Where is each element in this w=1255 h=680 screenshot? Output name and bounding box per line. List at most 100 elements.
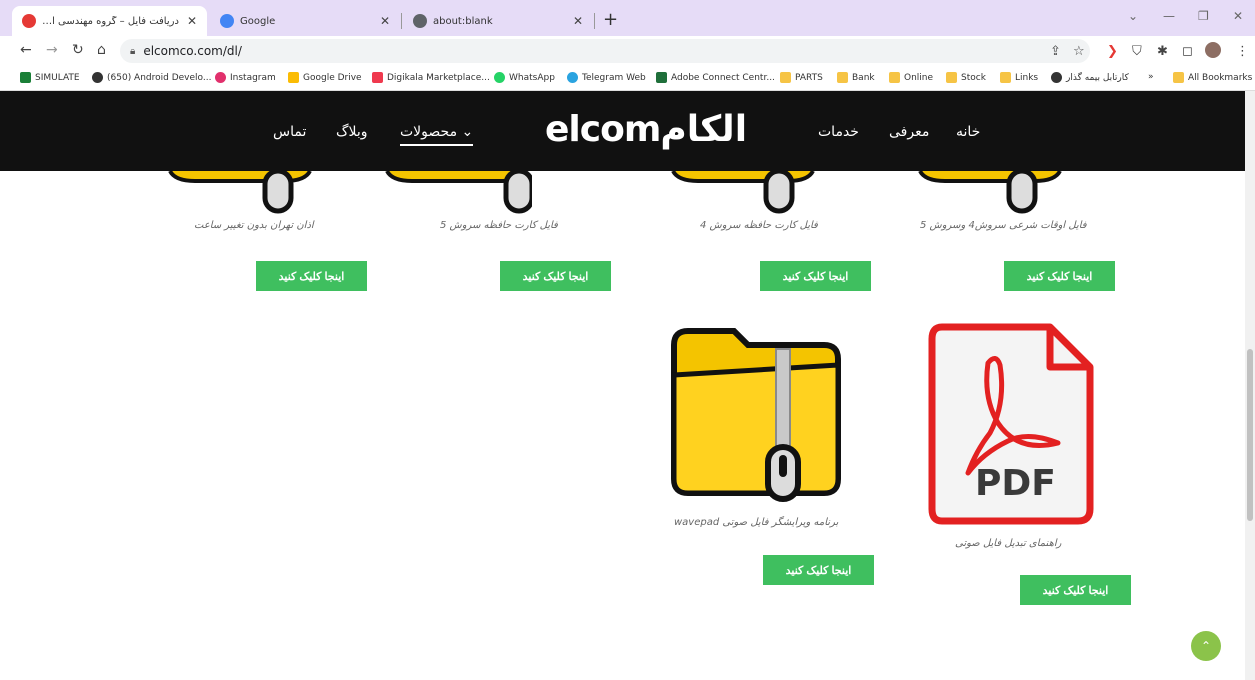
back-to-top-button[interactable]: ⌃ [1191,631,1221,661]
scrollbar-thumb[interactable] [1247,349,1253,521]
zip-folder-icon [385,171,532,214]
toolbar: ← → ↻ ⌂ 🔒︎ elcomco.com/dl/ ⇪ ☆ ❯ ⛉ ✱ ◻ ⋮ [0,36,1255,66]
url-text: elcomco.com/dl/ [143,44,242,58]
bookmark-folder-parts[interactable]: PARTS [780,72,823,83]
bookmark-label: Telegram Web [582,72,646,83]
zip-folder-icon [168,171,312,214]
extensions-puzzle-icon[interactable]: ✱ [1157,44,1168,59]
star-icon[interactable]: ☆ [1073,44,1085,59]
bookmark-whatsapp[interactable]: WhatsApp [494,72,555,83]
share-icon[interactable]: ⇪ [1050,44,1061,59]
folder-icon [946,72,957,83]
download-button[interactable]: اینجا کلیک کنید [760,261,871,291]
nav-home[interactable]: خانه [956,124,980,140]
bookmark-label: Adobe Connect Centr... [671,72,775,83]
shield-icon[interactable]: ⛉ [1132,44,1142,59]
folder-icon [780,72,791,83]
tab-elcom[interactable]: دریافت فایل – گروه مهندسی الکترونیک ✕ [12,6,207,36]
download-button[interactable]: اینجا کلیک کنید [500,261,611,291]
telegram-icon [567,72,578,83]
bookmark-label: Instagram [230,72,276,83]
all-bookmarks-folder[interactable]: All Bookmarks [1173,72,1252,83]
download-caption: فایل کارت حافظه سروش 5 [440,220,558,231]
bookmark-label: Links [1015,72,1039,83]
tab-separator [594,13,595,29]
tab-close-icon[interactable]: ✕ [573,14,583,28]
nav-blog[interactable]: وبلاگ [336,124,368,140]
address-bar[interactable]: 🔒︎ elcomco.com/dl/ [120,39,1090,63]
close-window-icon[interactable]: ✕ [1233,9,1243,23]
bookmark-telegram[interactable]: Telegram Web [567,72,646,83]
site-header: خانه معرفی خدمات elcomالکام محصولات ⌄ وب… [0,91,1245,171]
tab-strip: دریافت فایل – گروه مهندسی الکترونیک ✕ Go… [0,0,1255,36]
globe-icon [92,72,103,83]
home-icon[interactable]: ⌂ [97,42,106,58]
nav-contact[interactable]: تماس [273,124,306,140]
bookmark-google-drive[interactable]: Google Drive [288,72,362,83]
avatar[interactable] [1205,42,1221,58]
tab-about-blank[interactable]: about:blank ✕ [403,6,593,36]
bookmark-label: (650) Android Develo... [107,72,212,83]
bookmark-folder-bank[interactable]: Bank [837,72,875,83]
google-favicon-icon [220,14,234,28]
reload-icon[interactable]: ↻ [72,42,84,58]
tab-title: دریافت فایل – گروه مهندسی الکترونیک [42,15,179,27]
page-scrollbar[interactable] [1245,91,1255,680]
download-button[interactable]: اینجا کلیک کنید [1004,261,1115,291]
bookmark-folder-links[interactable]: Links [1000,72,1038,83]
download-button[interactable]: اینجا کلیک کنید [1020,575,1131,605]
tab-separator [401,13,402,29]
download-caption: فایل کارت حافظه سروش 4 [700,220,818,231]
tab-close-icon[interactable]: ✕ [380,14,390,28]
download-caption: برنامه ویرایشگر فایل صوتی wavepad [674,517,839,528]
more-bookmarks-label: » [1148,72,1154,82]
back-arrow-icon[interactable]: ← [20,42,32,58]
bookmark-label: SIMULATE [35,72,80,83]
download-button[interactable]: اینجا کلیک کنید [256,261,367,291]
bookmark-label: Online [904,72,934,83]
tab-google[interactable]: Google ✕ [210,6,400,36]
bookmark-folder-stock[interactable]: Stock [946,72,986,83]
pdf-icon-label: PDF [975,463,1056,504]
lock-icon: 🔒︎ [130,45,136,57]
bookmark-label: PARTS [795,72,823,83]
forward-arrow-icon[interactable]: → [46,42,58,58]
new-tab-button[interactable]: + [603,9,618,30]
bookmark-adobe-connect[interactable]: Adobe Connect Centr... [656,72,775,83]
bookmark-digikala[interactable]: Digikala Marketplace... [372,72,490,83]
tab-close-icon[interactable]: ✕ [187,14,197,28]
digikala-icon [372,72,383,83]
nav-about[interactable]: معرفی [889,124,929,140]
nav-services[interactable]: خدمات [818,124,859,140]
bookmark-label: All Bookmarks [1188,72,1253,83]
bookmark-folder-online[interactable]: Online [889,72,933,83]
extension-red-icon[interactable]: ❯ [1107,44,1118,59]
sidepanel-icon[interactable]: ◻ [1182,44,1193,59]
tab-title: about:blank [433,15,493,27]
whatsapp-icon [494,72,505,83]
bookmark-label: WhatsApp [509,72,555,83]
bookmark-android[interactable]: (650) Android Develo... [92,72,211,83]
download-caption: فایل اوقات شرعی سروش4 وسروش 5 [920,220,1087,231]
bookmark-label: Google Drive [303,72,362,83]
kebab-menu-icon[interactable]: ⋮ [1236,44,1249,59]
download-caption: اذان تهران بدون تغییر ساعت [194,220,314,231]
bookmarks-bar: SIMULATE (650) Android Develo... Instagr… [0,66,1255,91]
more-bookmarks-button[interactable]: » [1148,72,1154,82]
download-button[interactable]: اینجا کلیک کنید [763,555,874,585]
chevron-down-icon[interactable]: ⌄ [1128,9,1138,23]
bookmark-label: Bank [852,72,875,83]
nav-products[interactable]: محصولات ⌄ [400,124,474,146]
folder-icon [889,72,900,83]
tab-title: Google [240,15,276,27]
site-logo[interactable]: elcomالکام [545,109,748,150]
restore-icon[interactable]: ❐ [1198,9,1209,23]
zip-folder-icon [671,328,841,502]
bookmark-kartabl[interactable]: کارتابل بیمه گذار [1051,72,1129,83]
google-drive-icon [288,72,299,83]
bookmark-instagram[interactable]: Instagram [215,72,276,83]
globe-icon [1051,72,1062,83]
bookmark-simulate[interactable]: SIMULATE [20,72,80,83]
folder-icon [1173,72,1184,83]
minimize-icon[interactable]: — [1163,9,1175,23]
